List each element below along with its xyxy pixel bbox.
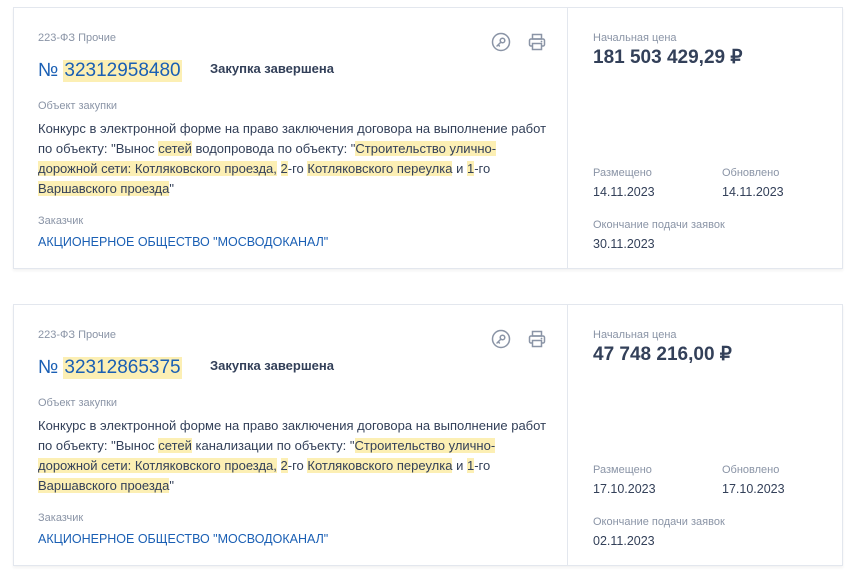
card-main: 223-ФЗ Прочие № 32312958480 Закупка заве… [14,8,567,268]
status-badge: Закупка завершена [210,358,334,373]
search-highlight: Варшавского проезда [38,478,170,493]
purchase-number-link[interactable]: № 32312958480 [38,58,182,84]
published-date: 17.10.2023 [593,482,656,496]
print-icon[interactable] [527,329,547,349]
key-icon[interactable] [491,32,511,52]
key-icon[interactable] [491,329,511,349]
object-text-fragment: " [169,478,174,493]
deadline-label: Окончание подачи заявок [593,516,725,528]
search-highlight: Котляковского переулка [307,458,453,473]
object-text-fragment [277,161,281,176]
object-text-fragment: " [169,181,174,196]
search-highlight: сетей [158,141,192,156]
search-highlight: сетей [158,438,192,453]
status-badge: Закупка завершена [210,61,334,76]
purchase-number-link[interactable]: № 32312865375 [38,355,182,381]
object-description: Конкурс в электронной форме на право зак… [38,416,548,496]
law-type: 223-ФЗ Прочие [38,32,116,44]
purchase-card: 223-ФЗ Прочие № 32312865375 Закупка заве… [13,304,843,566]
updated-date: 14.11.2023 [722,185,784,199]
number-prefix: № [38,60,59,81]
object-label: Объект закупки [38,100,118,112]
object-text-fragment: канализации по объекту: " [191,438,355,453]
law-type: 223-ФЗ Прочие [38,329,116,341]
object-text-fragment: водопровода по объекту: " [191,141,356,156]
purchase-number[interactable]: 32312958480 [63,60,182,82]
price-value: 47 748 216,00 ₽ [593,344,732,365]
object-text-fragment [277,458,281,473]
search-highlight: 2 [280,458,288,473]
print-icon[interactable] [527,32,547,52]
updated-label: Обновлено [722,464,780,476]
purchase-number[interactable]: 32312865375 [63,357,182,379]
card-side: Начальная цена 47 748 216,00 ₽ Размещено… [568,305,842,565]
card-main: 223-ФЗ Прочие № 32312865375 Закупка заве… [14,305,567,565]
search-highlight: Котляковского переулка [307,161,453,176]
customer-label: Заказчик [38,512,84,524]
card-actions [491,32,547,52]
price-label: Начальная цена [593,32,677,44]
customer-label: Заказчик [38,215,84,227]
purchase-card: 223-ФЗ Прочие № 32312958480 Закупка заве… [13,7,843,269]
object-text-fragment: и [452,161,467,176]
card-side: Начальная цена 181 503 429,29 ₽ Размещен… [568,8,842,268]
customer-link[interactable]: АКЦИОНЕРНОЕ ОБЩЕСТВО "МОСВОДОКАНАЛ" [38,532,328,546]
customer-link[interactable]: АКЦИОНЕРНОЕ ОБЩЕСТВО "МОСВОДОКАНАЛ" [38,235,328,249]
object-text-fragment: -го [287,161,308,176]
updated-date: 17.10.2023 [722,482,785,496]
published-label: Размещено [593,167,652,179]
price-label: Начальная цена [593,329,677,341]
object-text-fragment: -го [474,161,491,176]
updated-label: Обновлено [722,167,780,179]
deadline-label: Окончание подачи заявок [593,219,725,231]
number-prefix: № [38,357,59,378]
object-text-fragment: и [452,458,467,473]
object-text-fragment: -го [474,458,491,473]
published-date: 14.11.2023 [593,185,655,199]
search-highlight: 2 [280,161,288,176]
price-value: 181 503 429,29 ₽ [593,47,743,68]
published-label: Размещено [593,464,652,476]
deadline-date: 02.11.2023 [593,534,655,548]
object-text-fragment: -го [287,458,308,473]
object-description: Конкурс в электронной форме на право зак… [38,119,548,199]
search-highlight: Варшавского проезда [38,181,170,196]
card-actions [491,329,547,349]
object-label: Объект закупки [38,397,118,409]
deadline-date: 30.11.2023 [593,237,655,251]
